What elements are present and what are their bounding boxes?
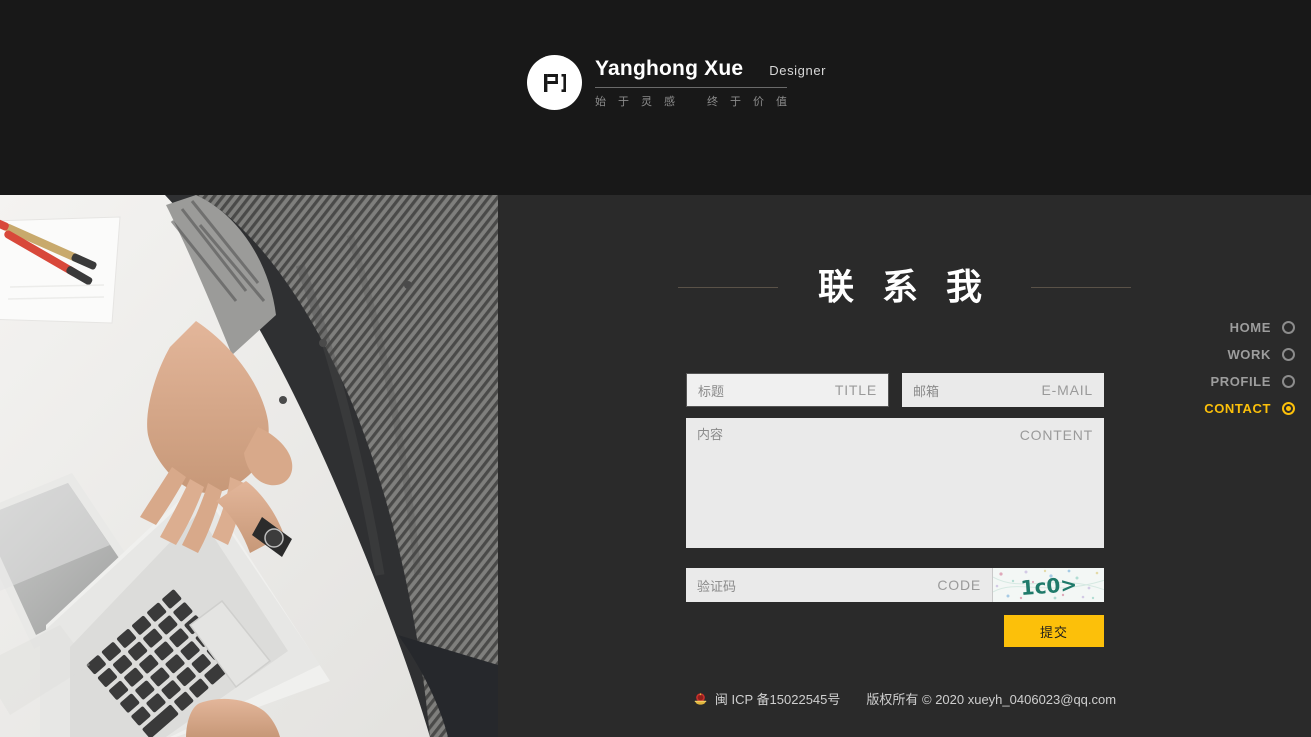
title-input[interactable]: 标题 TITLE <box>686 373 889 407</box>
nav-dot-contact <box>1282 401 1295 415</box>
nav-dot-profile <box>1282 374 1295 388</box>
title-placeholder-cn: 标题 <box>698 383 725 399</box>
contact-page: Yanghong Xue Designer 始 于 灵 感 终 于 价 值 联 … <box>0 0 1311 737</box>
nav-item-home[interactable]: HOME <box>1230 318 1295 336</box>
submit-button[interactable]: 提交 <box>1004 615 1104 647</box>
code-input[interactable]: 验证码 CODE <box>686 568 992 602</box>
form-row-top: 标题 TITLE 邮箱 E-MAIL <box>686 373 1104 407</box>
page-title: 联 系 我 <box>817 266 991 307</box>
slogan-char: 始 <box>595 95 606 108</box>
nav-label-profile: PROFILE <box>1210 373 1271 389</box>
slogan-gap <box>687 93 695 109</box>
form-row-submit: 提交 <box>686 615 1104 647</box>
hero-photo <box>0 195 498 737</box>
icp-link[interactable]: 闽 ICP 备15022545号 <box>693 689 841 708</box>
copyright-text: 版权所有 © 2020 xueyh_0406023@qq.com <box>866 691 1117 707</box>
nav-item-profile[interactable]: PROFILE <box>1210 372 1295 390</box>
police-badge-icon <box>693 691 708 706</box>
form-row-code: 验证码 CODE 1c0> <box>686 568 1104 602</box>
brand-slogan: 始 于 灵 感 终 于 价 值 <box>595 93 787 109</box>
site-header: Yanghong Xue Designer 始 于 灵 感 终 于 价 值 <box>0 0 1311 195</box>
code-placeholder-cn: 验证码 <box>697 578 737 594</box>
slogan-char: 感 <box>664 95 675 108</box>
icp-text: 闽 ICP 备15022545号 <box>714 691 841 707</box>
nav-item-contact[interactable]: CONTACT <box>1204 399 1295 417</box>
nav-label-contact: CONTACT <box>1204 400 1271 416</box>
slogan-char: 价 <box>753 95 764 108</box>
contact-form: 标题 TITLE 邮箱 E-MAIL 内容 CONTENT 验证码 CODE 1… <box>686 373 1104 647</box>
code-placeholder-en: CODE <box>937 577 981 593</box>
slogan-char: 于 <box>618 95 629 108</box>
nav-dot-work <box>1282 347 1295 361</box>
title-placeholder-en: TITLE <box>834 382 877 398</box>
email-placeholder-cn: 邮箱 <box>913 383 940 399</box>
nav-label-work: WORK <box>1227 346 1271 362</box>
content-placeholder-cn: 内容 <box>697 427 724 442</box>
title-rule-right <box>1031 286 1131 288</box>
nav-dot-home <box>1282 320 1295 334</box>
site-footer: 闽 ICP 备15022545号 版权所有 © 2020 xueyh_04060… <box>498 682 1311 714</box>
email-placeholder-en: E-MAIL <box>1041 382 1093 398</box>
slogan-char: 终 <box>707 95 718 108</box>
section-title-row: 联 系 我 <box>498 265 1311 309</box>
main-content: 联 系 我 标题 TITLE 邮箱 E-MAIL 内容 CONTENT 验证码 … <box>498 195 1311 737</box>
email-input[interactable]: 邮箱 E-MAIL <box>902 373 1104 407</box>
captcha-image[interactable]: 1c0> <box>992 568 1104 602</box>
brand-name: Yanghong Xue <box>595 56 744 80</box>
brand-text: Yanghong Xue Designer 始 于 灵 感 终 于 价 值 <box>595 57 826 109</box>
side-navigation: HOME WORK PROFILE CONTACT <box>1204 318 1295 417</box>
content-placeholder-en: CONTENT <box>1019 427 1093 443</box>
title-rule-left <box>677 286 778 288</box>
brand-role: Designer <box>769 62 827 78</box>
brand-divider <box>595 86 787 88</box>
slogan-char: 值 <box>776 95 787 108</box>
nav-label-home: HOME <box>1229 319 1271 335</box>
content-textarea[interactable]: 内容 CONTENT <box>686 418 1104 548</box>
flag-bracket-logo-icon <box>527 55 582 110</box>
slogan-char: 于 <box>730 95 741 108</box>
captcha-text: 1c0> <box>1020 572 1078 600</box>
nav-item-work[interactable]: WORK <box>1227 345 1295 363</box>
slogan-char: 灵 <box>641 95 652 108</box>
brand-block[interactable]: Yanghong Xue Designer 始 于 灵 感 终 于 价 值 <box>527 55 826 110</box>
